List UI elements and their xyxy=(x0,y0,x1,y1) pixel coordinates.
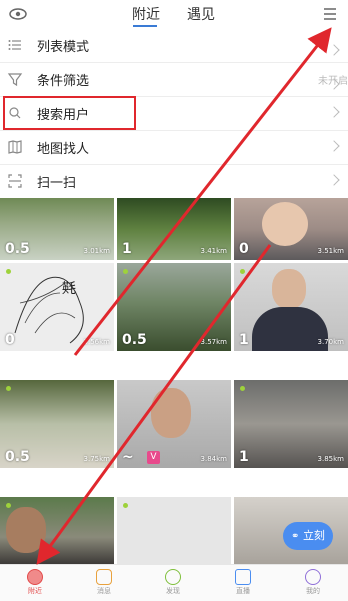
nearby-icon xyxy=(27,569,43,585)
top-bar: 附近 遇见 xyxy=(0,0,348,28)
chevron-right-icon xyxy=(328,140,340,152)
user-card[interactable]: 0 3.51km xyxy=(234,198,348,260)
user-card-distance: 3.01km xyxy=(83,247,110,255)
user-photo xyxy=(6,507,46,553)
menu-item-scan[interactable]: 扫一扫 xyxy=(0,164,348,199)
user-photo xyxy=(272,269,306,309)
user-card-distance: 3.75km xyxy=(83,455,110,463)
active-tab-indicator xyxy=(133,25,157,27)
nav-label: 我的 xyxy=(306,587,320,595)
user-card-distance: 3.84km xyxy=(200,455,227,463)
user-card-distance: 3.57km xyxy=(200,338,227,346)
user-card[interactable]: 0.5 3.75km xyxy=(0,380,114,468)
tab-meet[interactable]: 遇见 xyxy=(187,4,215,24)
profile-icon xyxy=(305,569,321,585)
online-indicator xyxy=(240,386,245,391)
message-icon xyxy=(96,569,112,585)
list-icon xyxy=(8,40,21,50)
nav-label: 直播 xyxy=(236,587,250,595)
chevron-right-icon xyxy=(328,174,340,186)
user-card-distance: 3.70km xyxy=(317,338,344,346)
eye-icon[interactable] xyxy=(8,4,28,24)
user-card-number: 0.5 xyxy=(5,449,30,465)
online-indicator xyxy=(240,269,245,274)
chevron-right-icon xyxy=(328,106,340,118)
user-card[interactable]: 0.5 3.01km xyxy=(0,198,114,260)
discover-icon xyxy=(165,569,181,585)
menu-item-map[interactable]: 地图找人 xyxy=(0,130,348,165)
user-card[interactable] xyxy=(117,497,231,564)
user-card[interactable]: 㲟 0 3.56km xyxy=(0,263,114,351)
online-indicator xyxy=(123,503,128,508)
nav-item-live[interactable]: 直播 xyxy=(218,567,268,596)
user-card-distance: 3.51km xyxy=(317,247,344,255)
menu-item-label: 条件筛选 xyxy=(37,74,90,89)
online-indicator xyxy=(6,503,11,508)
user-photo xyxy=(262,202,308,246)
scan-icon xyxy=(8,174,22,188)
nav-item-messages[interactable]: 消息 xyxy=(79,567,129,596)
user-card-number: 0 xyxy=(5,332,15,348)
nav-item-profile[interactable]: 我的 xyxy=(288,567,338,596)
user-photo-grid: 0.5 3.01km 1 3.41km 0 3.51km 㲟 0 3.56km … xyxy=(0,198,348,564)
tab-nearby[interactable]: 附近 xyxy=(132,4,160,24)
user-card[interactable]: 0.5 3.57km xyxy=(117,263,231,351)
user-card[interactable]: 1 3.41km xyxy=(117,198,231,260)
user-card-distance: 3.56km xyxy=(83,338,110,346)
live-icon xyxy=(235,569,251,585)
nav-item-discover[interactable]: 发现 xyxy=(148,567,198,596)
menu-item-list-mode[interactable]: 列表模式 xyxy=(0,28,348,63)
nav-label: 消息 xyxy=(97,587,111,595)
fab-label: 立刻 xyxy=(302,529,325,542)
menu-item-label: 地图找人 xyxy=(37,142,90,157)
user-card-number: 0 xyxy=(239,241,249,257)
user-card-distance: 3.85km xyxy=(317,455,344,463)
menu-item-label: 扫一扫 xyxy=(37,176,77,191)
user-card[interactable]: 1 3.85km xyxy=(234,380,348,468)
menu-item-label: 列表模式 xyxy=(37,40,90,55)
filter-icon xyxy=(7,73,23,87)
user-card[interactable]: 1 3.70km xyxy=(234,263,348,351)
user-card-number: 1 xyxy=(239,449,249,465)
user-photo xyxy=(151,388,191,438)
user-card-number: 1 xyxy=(239,332,249,348)
online-indicator xyxy=(123,269,128,274)
bottom-nav: 附近 消息 发现 直播 我的 xyxy=(0,564,348,601)
menu-item-filter[interactable]: 条件筛选 未开启 xyxy=(0,62,348,97)
hamburger-menu-icon[interactable] xyxy=(320,4,340,24)
instant-action-button[interactable]: ⚭ 立刻 xyxy=(283,522,333,550)
user-card[interactable]: ~ V 3.84km xyxy=(117,380,231,468)
user-card-number: 0.5 xyxy=(5,241,30,257)
nav-item-nearby[interactable]: 附近 xyxy=(10,567,60,596)
svg-text:㲟: 㲟 xyxy=(62,281,76,297)
user-card[interactable] xyxy=(0,497,114,564)
map-icon xyxy=(8,140,22,154)
link-icon: ⚭ xyxy=(291,531,300,542)
online-indicator xyxy=(6,386,11,391)
vip-badge: V xyxy=(147,451,160,464)
user-card-number: 1 xyxy=(122,241,132,257)
user-card-number: ~ xyxy=(122,449,134,465)
annotation-highlight-box xyxy=(3,96,136,130)
user-card-distance: 3.41km xyxy=(200,247,227,255)
nav-label: 发现 xyxy=(166,587,180,595)
nav-label: 附近 xyxy=(28,587,42,595)
user-card-number: 0.5 xyxy=(122,332,147,348)
